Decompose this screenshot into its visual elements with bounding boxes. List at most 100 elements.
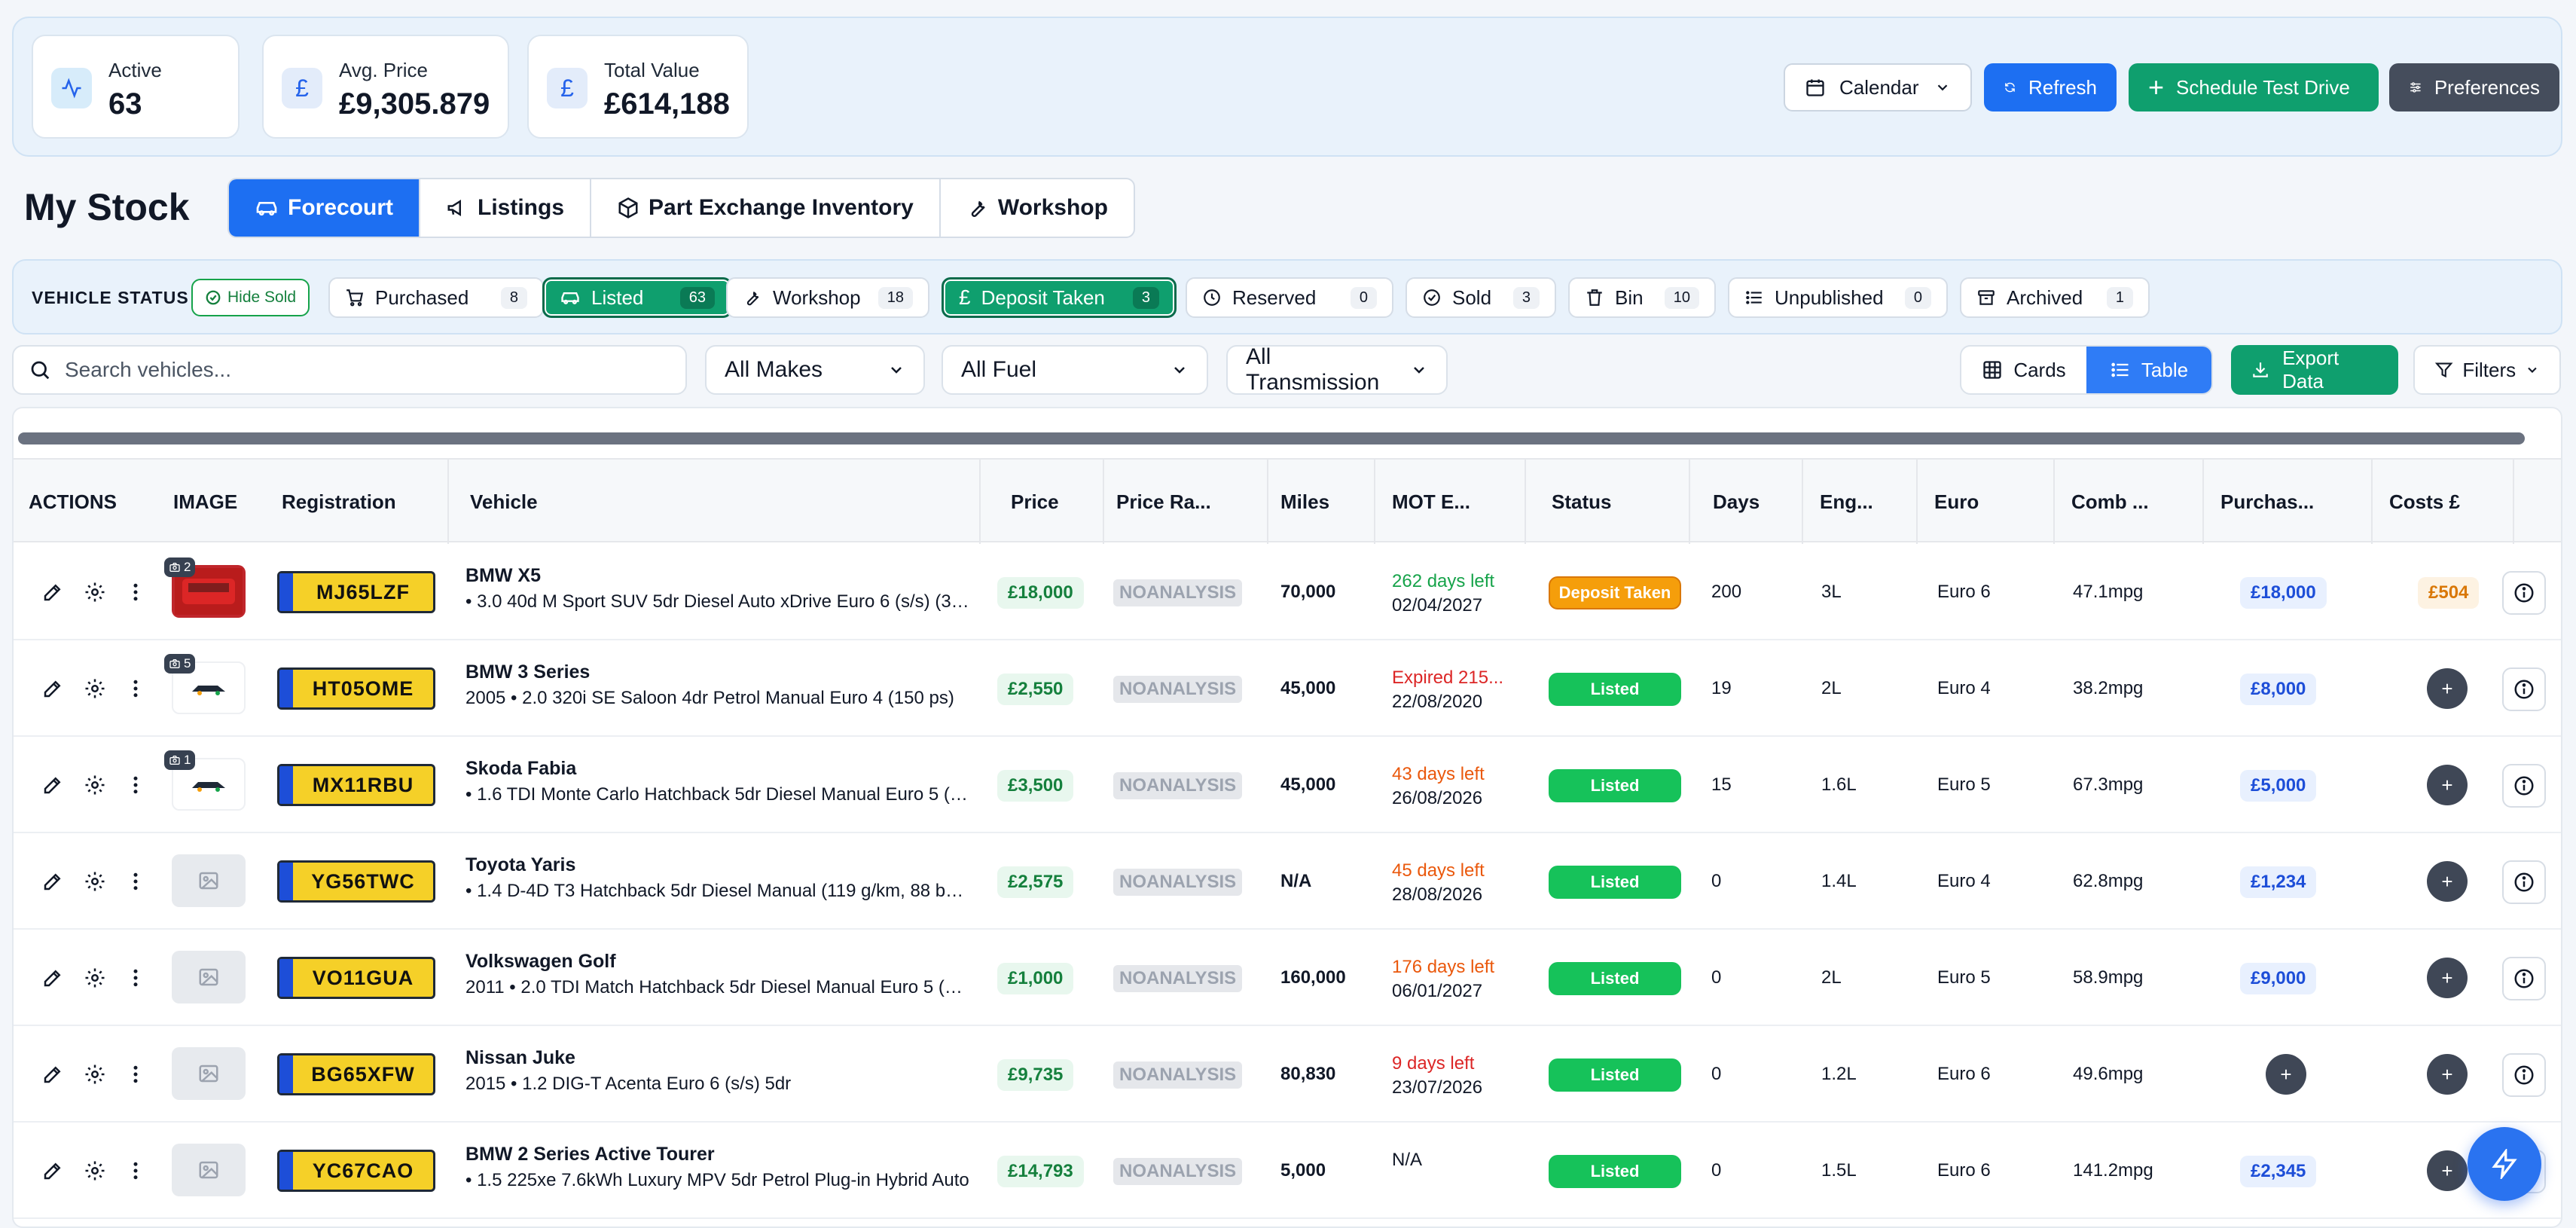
filters-button[interactable]: Filters: [2413, 345, 2561, 395]
header-status[interactable]: Status: [1526, 460, 1690, 544]
header-combined[interactable]: Comb ...: [2055, 460, 2204, 544]
info-button[interactable]: [2502, 957, 2546, 1000]
download-icon: [2253, 362, 2268, 377]
status-chip-deposit-taken[interactable]: £ Deposit Taken 3: [942, 277, 1177, 318]
header-vehicle[interactable]: Vehicle: [449, 460, 981, 544]
transmission-select[interactable]: All Transmission: [1226, 344, 1448, 395]
header-miles[interactable]: Miles: [1268, 460, 1375, 544]
info-button[interactable]: [2502, 571, 2546, 615]
info-button[interactable]: [2502, 1053, 2546, 1097]
edit-button[interactable]: [36, 865, 69, 898]
export-data-button[interactable]: Export Data: [2231, 345, 2398, 395]
table-view-button[interactable]: Table: [2086, 347, 2211, 393]
header-registration[interactable]: Registration: [270, 460, 449, 544]
more-button[interactable]: [119, 672, 152, 705]
edit-button[interactable]: [36, 576, 69, 609]
vehicle-thumbnail[interactable]: [172, 1144, 246, 1196]
info-icon: [2514, 583, 2534, 603]
horizontal-scrollbar[interactable]: [18, 432, 2525, 444]
status-chip-sold[interactable]: Sold 3: [1406, 277, 1556, 318]
sliders-icon: [2410, 82, 2421, 93]
refresh-button[interactable]: Refresh: [1984, 63, 2117, 111]
header-price-range[interactable]: Price Ra...: [1104, 460, 1268, 544]
more-button[interactable]: [119, 768, 152, 802]
edit-button[interactable]: [36, 961, 69, 994]
settings-button[interactable]: [78, 1058, 111, 1091]
settings-button[interactable]: [78, 672, 111, 705]
chip-label: Listed: [591, 286, 644, 309]
tab-listings[interactable]: Listings: [420, 179, 592, 237]
table-row[interactable]: 5 HT05OME BMW 3 Series 2005 • 2.0 320i S…: [14, 640, 2561, 737]
status-chip-purchased[interactable]: Purchased 8: [328, 277, 544, 318]
header-price[interactable]: Price: [981, 460, 1104, 544]
edit-button[interactable]: [36, 1154, 69, 1187]
mot-days: 262 days left: [1392, 571, 1495, 591]
photo-count-badge: 1: [164, 750, 196, 770]
info-button[interactable]: [2502, 667, 2546, 711]
combined-mpg-value: 49.6mpg: [2073, 1064, 2144, 1084]
header-costs[interactable]: Costs £: [2373, 460, 2514, 544]
more-vertical-icon: [133, 969, 138, 987]
edit-button[interactable]: [36, 768, 69, 802]
add-cost-button[interactable]: +: [2427, 668, 2468, 709]
check-circle-icon: [206, 290, 221, 305]
status-badge: Deposit Taken: [1549, 576, 1681, 609]
more-button[interactable]: [119, 865, 152, 898]
quick-action-button[interactable]: [2468, 1127, 2541, 1201]
header-purchase[interactable]: Purchas...: [2204, 460, 2373, 544]
status-chip-bin[interactable]: Bin 10: [1568, 277, 1716, 318]
status-chip-archived[interactable]: Archived 1: [1960, 277, 2150, 318]
fuel-select[interactable]: All Fuel: [942, 345, 1208, 395]
schedule-test-drive-button[interactable]: + Schedule Test Drive: [2129, 63, 2379, 111]
preferences-button[interactable]: Preferences: [2389, 63, 2559, 111]
table-row[interactable]: 1 MX11RBU Skoda Fabia • 1.6 TDI Monte Ca…: [14, 737, 2561, 833]
vehicle-thumbnail[interactable]: [172, 1047, 246, 1100]
status-chip-listed[interactable]: Listed 63: [542, 277, 732, 318]
more-button[interactable]: [119, 1154, 152, 1187]
more-button[interactable]: [119, 1058, 152, 1091]
makes-select[interactable]: All Makes: [705, 345, 925, 395]
more-button[interactable]: [119, 576, 152, 609]
add-cost-button[interactable]: +: [2427, 765, 2468, 805]
table-row[interactable]: VO11GUA Volkswagen Golf 2011 • 2.0 TDI M…: [14, 930, 2561, 1026]
settings-button[interactable]: [78, 961, 111, 994]
add-cost-button[interactable]: +: [2427, 1054, 2468, 1095]
cards-view-button[interactable]: Cards: [1961, 347, 2086, 393]
days-value: 0: [1711, 1064, 1722, 1084]
settings-button[interactable]: [78, 576, 111, 609]
vehicle-thumbnail[interactable]: [172, 854, 246, 907]
tab-forecourt[interactable]: Forecourt: [229, 179, 421, 237]
info-button[interactable]: [2502, 764, 2546, 808]
calendar-dropdown[interactable]: Calendar: [1784, 63, 1972, 111]
table-row[interactable]: 2 MJ65LZF BMW X5 • 3.0 40d M Sport SUV 5…: [14, 544, 2561, 640]
tab-workshop[interactable]: Workshop: [941, 179, 1134, 237]
status-chip-workshop[interactable]: Workshop 18: [726, 277, 929, 318]
registration-plate: YC67CAO: [277, 1150, 435, 1192]
header-days[interactable]: Days: [1690, 460, 1803, 544]
more-button[interactable]: [119, 961, 152, 994]
status-chip-reserved[interactable]: Reserved 0: [1186, 277, 1393, 318]
settings-button[interactable]: [78, 865, 111, 898]
vehicle-thumbnail[interactable]: [172, 951, 246, 1003]
tab-label: Listings: [478, 195, 565, 220]
search-input[interactable]: [65, 358, 667, 382]
status-chip-unpublished[interactable]: Unpublished 0: [1728, 277, 1948, 318]
table-row[interactable]: YC67CAO BMW 2 Series Active Tourer • 1.5…: [14, 1123, 2561, 1219]
image-placeholder-icon: [199, 1065, 218, 1083]
tab-part-exchange[interactable]: Part Exchange Inventory: [591, 179, 941, 237]
settings-button[interactable]: [78, 768, 111, 802]
edit-button[interactable]: [36, 1058, 69, 1091]
table-row[interactable]: YG56TWC Toyota Yaris • 1.4 D-4D T3 Hatch…: [14, 833, 2561, 930]
header-euro[interactable]: Euro: [1918, 460, 2055, 544]
hide-sold-toggle[interactable]: Hide Sold: [191, 279, 310, 316]
header-engine[interactable]: Eng...: [1803, 460, 1918, 544]
table-row[interactable]: BG65XFW Nissan Juke 2015 • 1.2 DIG-T Ace…: [14, 1026, 2561, 1123]
add-cost-button[interactable]: +: [2427, 958, 2468, 998]
add-cost-button[interactable]: +: [2427, 861, 2468, 902]
add-purchase-button[interactable]: +: [2266, 1054, 2306, 1095]
edit-button[interactable]: [36, 672, 69, 705]
info-button[interactable]: [2502, 860, 2546, 904]
header-mot[interactable]: MOT E...: [1375, 460, 1526, 544]
settings-button[interactable]: [78, 1154, 111, 1187]
add-cost-button[interactable]: +: [2427, 1150, 2468, 1191]
